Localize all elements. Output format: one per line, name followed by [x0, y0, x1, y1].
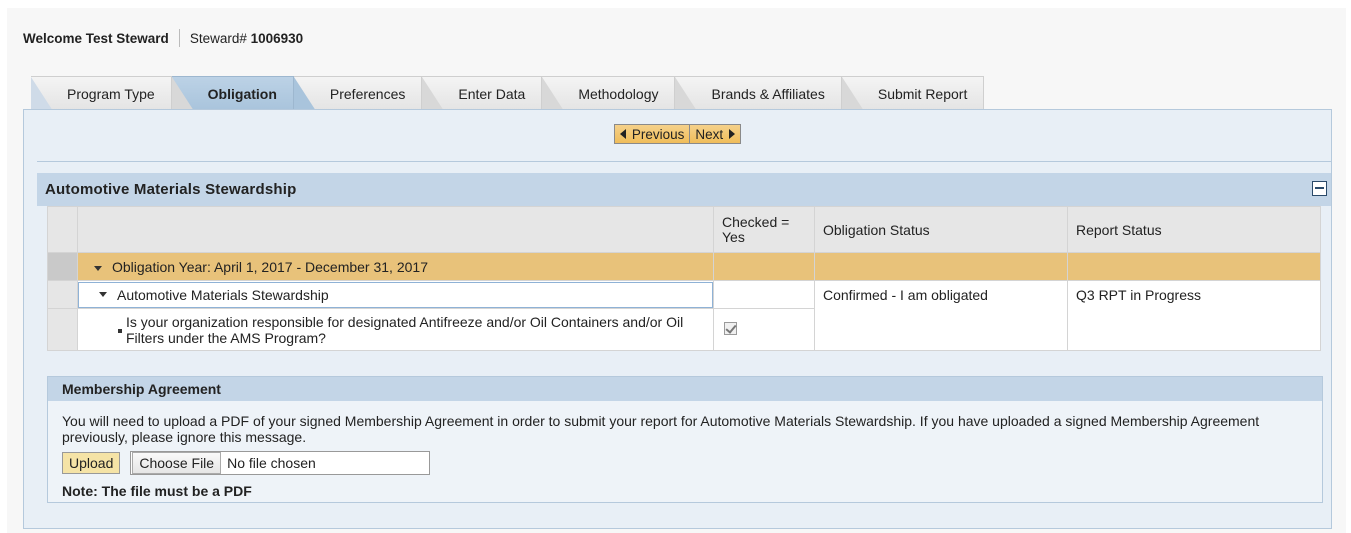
membership-header: Membership Agreement	[48, 377, 1322, 401]
arrow-left-icon	[619, 129, 626, 139]
tab-label: Obligation	[207, 85, 277, 102]
obligation-panel: Previous Next Automotive Materials Stewa…	[23, 109, 1332, 529]
column-header-item	[77, 206, 714, 253]
row-selector[interactable]	[47, 280, 78, 309]
tab-brands-affiliates[interactable]: Brands & Affiliates	[675, 76, 842, 111]
bullet-icon	[118, 329, 122, 333]
program-label: Automotive Materials Stewardship	[117, 286, 329, 303]
tab-preferences[interactable]: Preferences	[293, 76, 423, 111]
tab-label: Program Type	[67, 85, 155, 102]
empty-cell	[814, 252, 1068, 281]
tab-methodology[interactable]: Methodology	[542, 76, 676, 111]
empty-cell	[713, 280, 815, 309]
steward-label: Steward#	[189, 30, 247, 46]
section-header: Automotive Materials Stewardship	[37, 173, 1331, 206]
table-row[interactable]: Obligation Year: April 1, 2017 - Decembe…	[47, 252, 1321, 281]
tab-submit-report[interactable]: Submit Report	[841, 76, 985, 111]
checkbox-checked-icon[interactable]	[724, 321, 737, 335]
tab-label: Enter Data	[458, 85, 526, 102]
question-text: Is your organization responsible for des…	[126, 313, 684, 346]
row-selector-header[interactable]	[47, 206, 78, 253]
row-selector[interactable]	[47, 308, 78, 351]
table-header-row: Checked = Yes Obligation Status Report S…	[47, 206, 1321, 253]
column-header-obligation-status: Obligation Status	[814, 206, 1068, 253]
file-status: No file chosen	[227, 455, 316, 471]
caret-down-icon[interactable]	[94, 265, 102, 271]
pdf-note: Note: The file must be a PDF	[62, 483, 252, 499]
steward-number: 1006930	[250, 30, 304, 46]
tab-label: Methodology	[578, 85, 659, 102]
divider	[178, 29, 180, 47]
file-input[interactable]: Choose File No file chosen	[130, 451, 431, 475]
year-cell[interactable]: Obligation Year: April 1, 2017 - Decembe…	[77, 252, 714, 281]
program-cell[interactable]: Automotive Materials Stewardship	[77, 280, 714, 309]
obligation-table: Checked = Yes Obligation Status Report S…	[47, 206, 1321, 351]
page: Welcome Test Steward Steward# 1006930 Pr…	[7, 8, 1346, 533]
choose-file-button[interactable]: Choose File	[132, 452, 222, 474]
upload-button[interactable]: Upload	[62, 452, 121, 474]
tab-label: Preferences	[329, 85, 406, 102]
empty-cell	[1067, 252, 1321, 281]
next-button[interactable]: Next	[690, 124, 742, 144]
arrow-right-icon	[729, 129, 736, 139]
upload-row: Upload Choose File No file chosen	[62, 451, 1308, 475]
next-label: Next	[695, 126, 724, 142]
column-header-report-status: Report Status	[1067, 206, 1321, 253]
pager: Previous Next	[24, 124, 1331, 146]
tab-label: Brands & Affiliates	[711, 85, 825, 102]
row-selector[interactable]	[47, 252, 78, 281]
tab-obligation[interactable]: Obligation	[171, 76, 294, 111]
previous-button[interactable]: Previous	[613, 124, 691, 144]
report-status-cell: Q3 RPT in Progress	[1067, 280, 1321, 351]
welcome-text: Welcome Test Steward	[23, 30, 169, 46]
divider	[37, 161, 1331, 162]
checked-cell	[713, 308, 815, 351]
caret-down-icon[interactable]	[99, 291, 107, 297]
tab-strip: Program Type Obligation Preferences Ente…	[31, 76, 985, 111]
program-focus-box: Automotive Materials Stewardship	[78, 281, 713, 308]
tab-enter-data[interactable]: Enter Data	[422, 76, 543, 111]
tab-label: Submit Report	[877, 85, 968, 102]
column-header-checked: Checked = Yes	[713, 206, 815, 253]
collapse-icon[interactable]	[1312, 181, 1327, 196]
membership-message: You will need to upload a PDF of your si…	[62, 413, 1260, 445]
section-title: Automotive Materials Stewardship	[45, 181, 297, 198]
empty-cell	[713, 252, 815, 281]
membership-agreement: Membership Agreement You will need to up…	[47, 376, 1323, 503]
obligation-status-cell: Confirmed - I am obligated	[814, 280, 1068, 351]
membership-body: You will need to upload a PDF of your si…	[48, 401, 1322, 499]
table-row[interactable]: Automotive Materials Stewardship Confirm…	[47, 280, 1321, 351]
question-cell: Is your organization responsible for des…	[77, 308, 714, 351]
year-label: Obligation Year: April 1, 2017 - Decembe…	[112, 258, 428, 275]
welcome-bar: Welcome Test Steward Steward# 1006930	[23, 28, 303, 48]
previous-label: Previous	[631, 126, 685, 142]
tab-program-type[interactable]: Program Type	[31, 76, 172, 111]
